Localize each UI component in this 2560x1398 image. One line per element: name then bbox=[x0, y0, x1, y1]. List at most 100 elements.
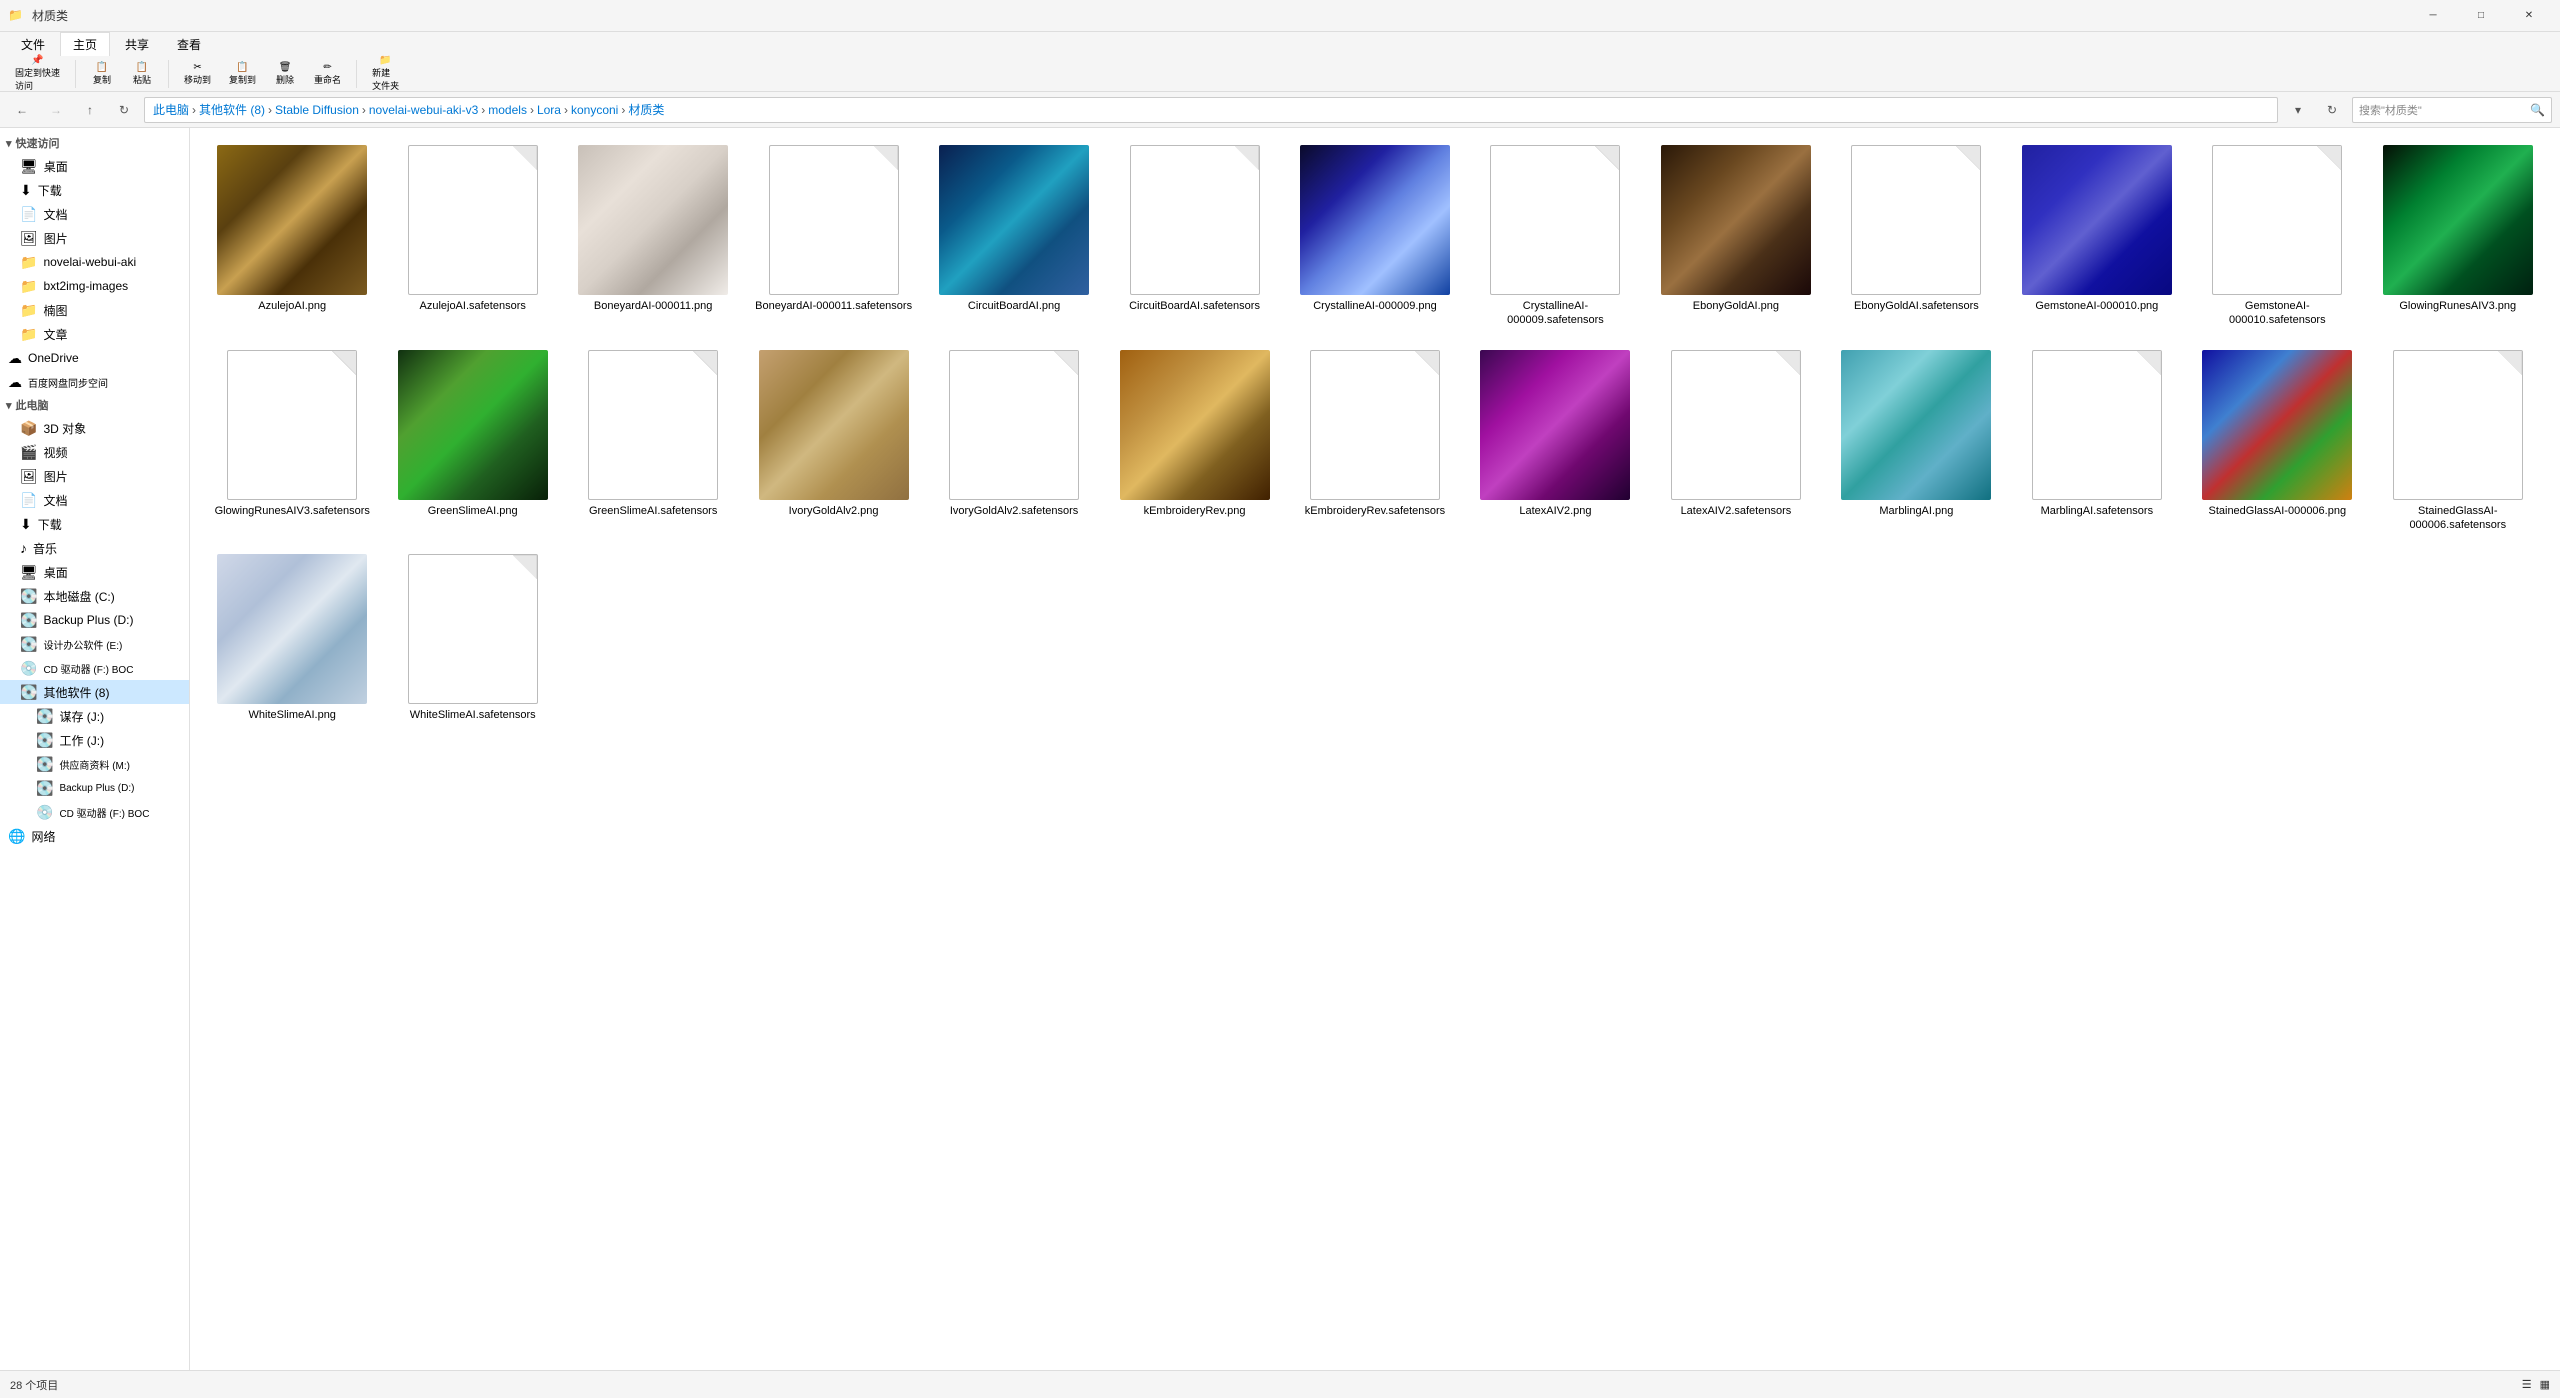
file-item[interactable]: IvoryGoldAlv2.safetensors bbox=[928, 343, 1100, 540]
file-item[interactable]: CircuitBoardAI.png bbox=[928, 138, 1100, 335]
address-box[interactable]: 此电脑 › 其他软件 (8) › Stable Diffusion › nove… bbox=[144, 97, 2278, 123]
sidebar-item-jdrive[interactable]: 💽 谋存 (J:) bbox=[0, 704, 189, 728]
file-item[interactable]: GlowingRunesAIV3.safetensors bbox=[206, 343, 378, 540]
file-name-label: IvoryGoldAlv2.safetensors bbox=[950, 504, 1078, 518]
sidebar-item-jwork[interactable]: 💽 工作 (J:) bbox=[0, 728, 189, 752]
file-item[interactable]: GlowingRunesAIV3.png bbox=[2372, 138, 2544, 335]
sidebar-item-cd2[interactable]: 💿 CD 驱动器 (F:) BOC bbox=[0, 800, 189, 824]
crumb-current[interactable]: 材质类 bbox=[628, 101, 664, 118]
crumb-sd[interactable]: Stable Diffusion bbox=[275, 103, 359, 117]
tab-home[interactable]: 主页 bbox=[60, 32, 110, 56]
close-button[interactable]: ✕ bbox=[2506, 0, 2552, 32]
crumb-lora[interactable]: Lora bbox=[537, 103, 561, 117]
crumb-thispc[interactable]: 此电脑 bbox=[153, 101, 189, 118]
file-item[interactable]: GemstoneAI-000010.safetensors bbox=[2191, 138, 2363, 335]
sidebar-item-pics[interactable]: 🖼 图片 bbox=[0, 226, 189, 250]
sidebar-item-nan[interactable]: 📁 楠图 bbox=[0, 298, 189, 322]
file-item[interactable]: StainedGlassAI-000006.png bbox=[2191, 343, 2363, 540]
file-item[interactable]: kEmbroideryRev.safetensors bbox=[1289, 343, 1461, 540]
quickaccess-header[interactable]: ▾ 快速访问 bbox=[0, 132, 189, 154]
address-dropdown[interactable]: ▾ bbox=[2284, 97, 2312, 123]
refresh-button[interactable]: ↻ bbox=[110, 97, 138, 123]
sidebar-item-backup2[interactable]: 💽 Backup Plus (D:) bbox=[0, 776, 189, 800]
search-box[interactable]: 搜索"材质类" 🔍 bbox=[2352, 97, 2552, 123]
crumb-other[interactable]: 其他软件 (8) bbox=[199, 101, 265, 118]
sidebar-item-images[interactable]: 🖼 图片 bbox=[0, 464, 189, 488]
file-item[interactable]: BoneyardAI-000011.safetensors bbox=[747, 138, 919, 335]
file-item[interactable]: IvoryGoldAlv2.png bbox=[747, 343, 919, 540]
file-item[interactable]: GreenSlimeAI.png bbox=[386, 343, 558, 540]
file-item[interactable]: AzulejoAI.safetensors bbox=[386, 138, 558, 335]
paste-button[interactable]: 📋粘贴 bbox=[124, 59, 160, 89]
sidebar-item-desktop[interactable]: 🖥 桌面 bbox=[0, 154, 189, 178]
view-list-icon[interactable]: ☰ bbox=[2522, 1378, 2532, 1391]
maximize-button[interactable]: □ bbox=[2458, 0, 2504, 32]
sidebar-label: Backup Plus (D:) bbox=[43, 613, 133, 627]
tab-share[interactable]: 共享 bbox=[112, 32, 162, 56]
move-button[interactable]: ✂移动到 bbox=[177, 59, 218, 89]
sidebar-item-network[interactable]: 🌐 网络 bbox=[0, 824, 189, 848]
copy-button[interactable]: 📋复制 bbox=[84, 59, 120, 89]
file-item[interactable]: CrystallineAI-000009.png bbox=[1289, 138, 1461, 335]
sidebar-item-bxt[interactable]: 📁 bxt2img-images bbox=[0, 274, 189, 298]
ribbon-tabs: 文件 主页 共享 查看 bbox=[0, 32, 2560, 56]
sidebar-item-fdrive[interactable]: 💿 CD 驱动器 (F:) BOC bbox=[0, 656, 189, 680]
tab-view[interactable]: 查看 bbox=[164, 32, 214, 56]
sidebar-item-onedrive[interactable]: ☁ OneDrive bbox=[0, 346, 189, 370]
sidebar-item-cdrive[interactable]: 💽 本地磁盘 (C:) bbox=[0, 584, 189, 608]
crumb-models[interactable]: models bbox=[488, 103, 527, 117]
sidebar-item-music[interactable]: ♪ 音乐 bbox=[0, 536, 189, 560]
sidebar-item-mdrive[interactable]: 💽 供应商资料 (M:) bbox=[0, 752, 189, 776]
view-grid-icon[interactable]: ▦ bbox=[2540, 1378, 2550, 1391]
file-item[interactable]: WhiteSlimeAI.safetensors bbox=[386, 547, 558, 729]
rename-button[interactable]: ✏重命名 bbox=[307, 59, 348, 89]
sidebar-item-other[interactable]: 💽 其他软件 (8) bbox=[0, 680, 189, 704]
thispc-header[interactable]: ▾ 此电脑 bbox=[0, 394, 189, 416]
fdrive-icon: 💿 bbox=[20, 660, 37, 677]
file-item[interactable]: LatexAIV2.safetensors bbox=[1650, 343, 1822, 540]
back-button[interactable]: ← bbox=[8, 97, 36, 123]
crumb-konyconi[interactable]: konyconi bbox=[571, 103, 618, 117]
sidebar-item-articles[interactable]: 📁 文章 bbox=[0, 322, 189, 346]
sidebar-item-docs[interactable]: 📄 文档 bbox=[0, 202, 189, 226]
sidebar-item-3d[interactable]: 📦 3D 对象 bbox=[0, 416, 189, 440]
file-item[interactable]: AzulejoAI.png bbox=[206, 138, 378, 335]
sidebar-item-video[interactable]: 🎬 视频 bbox=[0, 440, 189, 464]
file-name-label: kEmbroideryRev.png bbox=[1144, 504, 1246, 518]
up-button[interactable]: ↑ bbox=[76, 97, 104, 123]
delete-button[interactable]: 🗑删除 bbox=[267, 59, 303, 89]
file-item[interactable]: CircuitBoardAI.safetensors bbox=[1108, 138, 1280, 335]
file-item[interactable]: GreenSlimeAI.safetensors bbox=[567, 343, 739, 540]
sidebar-item-downloads[interactable]: ⬇ 下载 bbox=[0, 512, 189, 536]
file-item[interactable]: WhiteSlimeAI.png bbox=[206, 547, 378, 729]
file-item[interactable]: kEmbroideryRev.png bbox=[1108, 343, 1280, 540]
new-folder-button[interactable]: 📁新建文件夹 bbox=[365, 59, 406, 89]
file-item[interactable]: LatexAIV2.png bbox=[1469, 343, 1641, 540]
sidebar-item-baidu[interactable]: ☁ 百度网盘同步空间 bbox=[0, 370, 189, 394]
pin-button[interactable]: 📌固定到快速访问 bbox=[8, 59, 67, 89]
sidebar-item-documents[interactable]: 📄 文档 bbox=[0, 488, 189, 512]
minimize-button[interactable]: ─ bbox=[2410, 0, 2456, 32]
file-thumbnail bbox=[759, 350, 909, 500]
file-item[interactable]: EbonyGoldAI.png bbox=[1650, 138, 1822, 335]
file-item[interactable]: StainedGlassAI-000006.safetensors bbox=[2372, 343, 2544, 540]
app-icon: 📁 bbox=[8, 8, 24, 24]
file-item[interactable]: MarblingAI.png bbox=[1830, 343, 2002, 540]
file-item[interactable]: EbonyGoldAI.safetensors bbox=[1830, 138, 2002, 335]
refresh-addr-button[interactable]: ↻ bbox=[2318, 97, 2346, 123]
sidebar-label: OneDrive bbox=[28, 351, 79, 365]
sidebar-item-ddrive[interactable]: 💽 Backup Plus (D:) bbox=[0, 608, 189, 632]
file-item[interactable]: GemstoneAI-000010.png bbox=[2011, 138, 2183, 335]
forward-button[interactable]: → bbox=[42, 97, 70, 123]
file-item[interactable]: MarblingAI.safetensors bbox=[2011, 343, 2183, 540]
crumb-novelai[interactable]: novelai-webui-aki-v3 bbox=[369, 103, 478, 117]
tab-file[interactable]: 文件 bbox=[8, 32, 58, 56]
titlebar-left: 📁 材质类 bbox=[8, 7, 68, 24]
sidebar-item-edrive[interactable]: 💽 设计办公软件 (E:) bbox=[0, 632, 189, 656]
sidebar-item-novelai[interactable]: 📁 novelai-webui-aki bbox=[0, 250, 189, 274]
sidebar-item-desktoppc[interactable]: 🖥 桌面 bbox=[0, 560, 189, 584]
file-item[interactable]: CrystallineAI-000009.safetensors bbox=[1469, 138, 1641, 335]
copy-to-button[interactable]: 📋复制到 bbox=[222, 59, 263, 89]
file-item[interactable]: BoneyardAI-000011.png bbox=[567, 138, 739, 335]
sidebar-item-download[interactable]: ⬇ 下载 bbox=[0, 178, 189, 202]
